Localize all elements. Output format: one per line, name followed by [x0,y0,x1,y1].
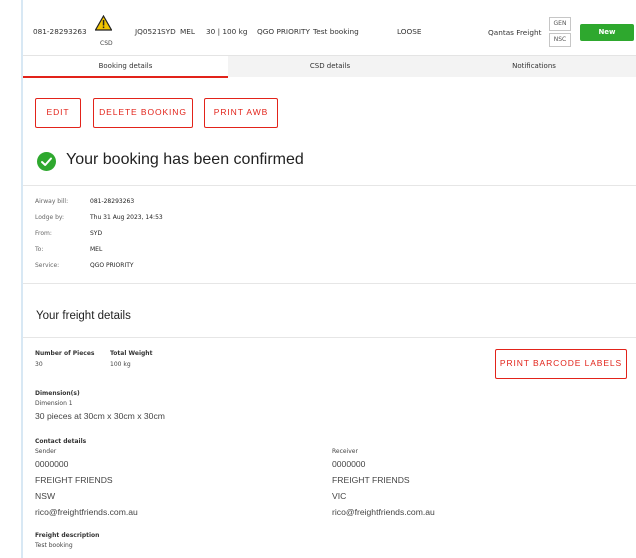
weight-label: Total Weight [110,350,153,357]
sender-phone: 0000000 [35,459,69,469]
airway-bill-value: 081-28293263 [90,198,135,205]
tab-bar: Booking details CSD details Notification… [23,55,636,78]
booking-panel: 081-28293263 CSD JQ0521 SYD MEL 30 | 100… [23,0,636,558]
summary-destination: MEL [180,27,195,36]
divider [23,185,636,186]
confirmation-title: Your booking has been confirmed [66,151,304,168]
tab-notifications[interactable]: Notifications [432,56,636,78]
dimension-1-label: Dimension 1 [35,400,73,407]
summary-type: LOOSE [397,27,422,36]
divider [23,337,636,338]
print-barcode-labels-button[interactable]: PRINT BARCODE LABELS [495,349,627,379]
service-label: Service: [35,262,60,269]
dimension-1-value: 30 pieces at 30cm x 30cm x 30cm [35,411,165,421]
lodge-by-value: Thu 31 Aug 2023, 14:53 [90,214,163,221]
freight-description-value: Test booking [35,542,73,549]
code-nsc-badge: NSC [549,33,571,47]
dimensions-label: Dimension(s) [35,390,80,397]
freight-description-label: Freight description [35,532,100,539]
to-label: To: [35,246,44,253]
receiver-email: rico@freightfriends.com.au [332,507,435,517]
from-label: From: [35,230,52,237]
divider [23,283,636,284]
receiver-state: VIC [332,491,347,501]
pieces-label: Number of Pieces [35,350,95,357]
summary-carrier: Qantas Freight [488,28,542,37]
print-awb-button[interactable]: PRINT AWB [204,98,278,128]
status-new-button[interactable]: New [580,24,634,41]
tab-booking-details[interactable]: Booking details [23,56,228,78]
booking-summary-row: 081-28293263 CSD JQ0521 SYD MEL 30 | 100… [23,0,636,55]
to-value: MEL [90,246,103,253]
summary-service: QGO PRIORITY [257,27,310,36]
sender-label: Sender [35,448,57,455]
tab-csd-details[interactable]: CSD details [228,56,432,78]
delete-booking-button[interactable]: DELETE BOOKING [93,98,193,128]
receiver-phone: 0000000 [332,459,366,469]
summary-origin: SYD [161,27,176,36]
receiver-label: Receiver [332,448,358,455]
summary-pieces-weight: 30 | 100 kg [206,27,248,36]
summary-flight: JQ0521 [135,27,162,36]
summary-awb: 081-28293263 [33,27,87,36]
from-value: SYD [90,230,103,237]
airway-bill-label: Airway bill: [35,198,69,205]
summary-description: Test booking [313,27,359,36]
pieces-value: 30 [35,361,43,368]
code-gen-badge: GEN [549,17,571,31]
check-circle-icon [37,152,56,171]
sender-name: FREIGHT FRIENDS [35,475,113,485]
receiver-name: FREIGHT FRIENDS [332,475,410,485]
csd-label: CSD [100,40,113,47]
warning-icon [95,15,112,31]
sender-state: NSW [35,491,56,501]
edit-button[interactable]: EDIT [35,98,81,128]
service-value: QGO PRIORITY [90,262,134,269]
sender-email: rico@freightfriends.com.au [35,507,138,517]
lodge-by-label: Lodge by: [35,214,65,221]
freight-details-title: Your freight details [36,310,131,322]
booking-screen: 081-28293263 CSD JQ0521 SYD MEL 30 | 100… [0,0,636,558]
weight-value: 100 kg [110,361,131,368]
contact-details-label: Contact details [35,438,87,445]
